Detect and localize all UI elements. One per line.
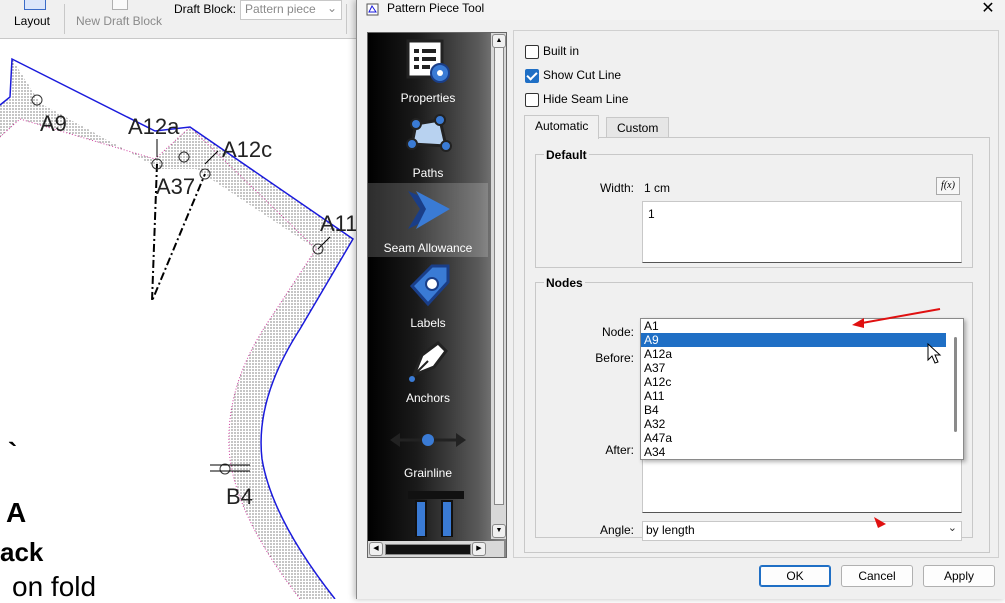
angle-select[interactable]: by length ⌄ <box>642 521 962 541</box>
node-label: Node: <box>601 325 634 339</box>
close-button[interactable]: ✕ <box>970 0 1005 20</box>
node-option[interactable]: A12c <box>641 375 946 389</box>
draft-block-select[interactable]: Pattern piece ⌄ <box>240 0 342 20</box>
piece-name-text: ack <box>0 537 44 567</box>
pattern-piece-dialog: Pattern Piece Tool ✕ Properties Paths Se… <box>356 0 1005 599</box>
after-input[interactable] <box>642 451 962 513</box>
nav-item-paths[interactable]: Paths <box>368 108 488 182</box>
nav-label: Properties <box>400 91 456 105</box>
default-group: Default Width: 1 cm f(x) 1 <box>535 148 973 268</box>
checkbox-box[interactable] <box>525 93 539 107</box>
scroll-up-icon[interactable]: ▲ <box>492 34 506 48</box>
before-label: Before: <box>595 351 634 365</box>
new-draft-icon <box>112 0 128 10</box>
seam-allowance-icon <box>408 191 450 229</box>
anchors-icon <box>409 341 448 382</box>
group-title: Nodes <box>544 276 585 290</box>
node-option[interactable]: A34 <box>641 445 946 459</box>
nav-label: Seam Allowance <box>383 241 473 255</box>
dialog-titlebar[interactable]: Pattern Piece Tool ✕ <box>357 0 1005 20</box>
cancel-button[interactable]: Cancel <box>841 565 913 587</box>
nav-horizontal-scrollbar[interactable]: ◀ ▶ <box>368 541 504 557</box>
nav-item-anchors[interactable]: Anchors <box>368 333 488 407</box>
chevron-down-icon: ⌄ <box>947 522 957 534</box>
layout-icon <box>24 0 46 10</box>
node-dropdown-list[interactable]: A1 A9 A12a A37 A12c A11 B4 A32 A47a A34 <box>640 318 964 460</box>
scroll-thumb[interactable] <box>494 47 504 505</box>
point-label-a9: A9 <box>40 111 67 136</box>
point-label-a11: A11 <box>320 211 358 236</box>
scroll-thumb[interactable] <box>954 337 957 432</box>
nav-vertical-scrollbar[interactable]: ▲ ▼ <box>491 33 506 539</box>
app-icon <box>366 3 379 16</box>
node-option[interactable]: A11 <box>641 389 946 403</box>
chevron-down-icon: ⌄ <box>326 1 337 15</box>
layout-button[interactable]: Layout <box>6 0 58 38</box>
labels-icon <box>409 264 450 307</box>
scroll-down-icon[interactable]: ▼ <box>492 524 506 538</box>
tab-automatic[interactable]: Automatic <box>524 115 600 139</box>
nav-label: Paths <box>412 166 444 180</box>
point-label-b4: B4 <box>226 484 253 509</box>
dropdown-scrollbar[interactable] <box>947 319 963 459</box>
point-label-a12a: A12a <box>128 114 180 139</box>
node-option[interactable]: B4 <box>641 403 946 417</box>
paths-icon <box>406 114 452 152</box>
node-option-selected[interactable]: A9 <box>641 333 946 347</box>
checkbox-box[interactable] <box>525 69 539 83</box>
after-label: After: <box>605 443 634 457</box>
properties-icon <box>406 39 450 83</box>
formula-text: 1 <box>648 207 655 221</box>
pattern-drawing: A9 A12a A12c A37 A11 B4 <box>0 57 358 600</box>
main-toolbar: Layout New Draft Block Draft Block: Patt… <box>0 0 360 39</box>
angle-label: Angle: <box>599 523 634 537</box>
scroll-thumb[interactable] <box>385 544 471 555</box>
nav-label: Grainline <box>403 466 453 480</box>
new-draft-label: New Draft Block <box>76 14 163 28</box>
section-nav: Properties Paths Seam Allowance Labels A… <box>367 32 507 558</box>
ok-button[interactable]: OK <box>759 565 831 587</box>
checkbox-label: Hide Seam Line <box>543 92 629 106</box>
node-option[interactable]: A47a <box>641 431 946 445</box>
piece-letter-text: A <box>6 497 27 528</box>
checkbox-box[interactable] <box>525 45 539 59</box>
draft-block-label: Draft Block: <box>174 2 237 16</box>
node-option[interactable]: A37 <box>641 361 946 375</box>
group-title: Default <box>544 148 589 162</box>
width-value: 1 cm <box>644 181 671 195</box>
nav-item-properties[interactable]: Properties <box>368 33 488 107</box>
new-draft-block-button[interactable]: New Draft Block <box>70 0 170 38</box>
angle-value: by length <box>646 523 695 537</box>
draft-block-value: Pattern piece <box>245 2 316 16</box>
node-option[interactable]: A12a <box>641 347 946 361</box>
nav-item-labels[interactable]: Labels <box>368 258 488 332</box>
layout-label: Layout <box>13 14 51 28</box>
dialog-title: Pattern Piece Tool <box>387 1 485 15</box>
node-option[interactable]: A32 <box>641 417 946 431</box>
nav-label: Labels <box>410 316 446 330</box>
tab-custom[interactable]: Custom <box>606 117 670 138</box>
nav-item-grainline[interactable]: Grainline <box>368 408 488 482</box>
node-option[interactable]: A1 <box>641 319 946 333</box>
width-label: Width: <box>599 181 634 195</box>
grainline-icon <box>390 433 466 447</box>
apply-button[interactable]: Apply <box>923 565 995 587</box>
backtick-text: ` <box>8 437 18 468</box>
toolbar-separator <box>346 4 347 34</box>
properties-panel: Built in Show Cut Line Hide Seam Line Au… <box>513 30 999 558</box>
point-label-a12c: A12c <box>222 137 272 162</box>
fold-text: on fold <box>12 571 97 602</box>
toolbar-separator <box>64 4 65 34</box>
width-formula-input[interactable]: 1 <box>642 201 962 263</box>
nav-label: Anchors <box>405 391 451 405</box>
point-label-a37: A37 <box>156 174 195 199</box>
formula-wizard-button[interactable]: f(x) <box>936 177 960 195</box>
scroll-right-icon[interactable]: ▶ <box>472 542 486 556</box>
pins-icon <box>408 491 464 537</box>
scroll-left-icon[interactable]: ◀ <box>369 542 383 556</box>
nav-item-seam-allowance[interactable]: Seam Allowance <box>368 183 488 257</box>
checkbox-label: Built in <box>543 44 580 58</box>
checkbox-label: Show Cut Line <box>543 68 622 82</box>
drawing-canvas[interactable]: A9 A12a A12c A37 A11 B4 ` A ack on fold <box>0 39 360 602</box>
